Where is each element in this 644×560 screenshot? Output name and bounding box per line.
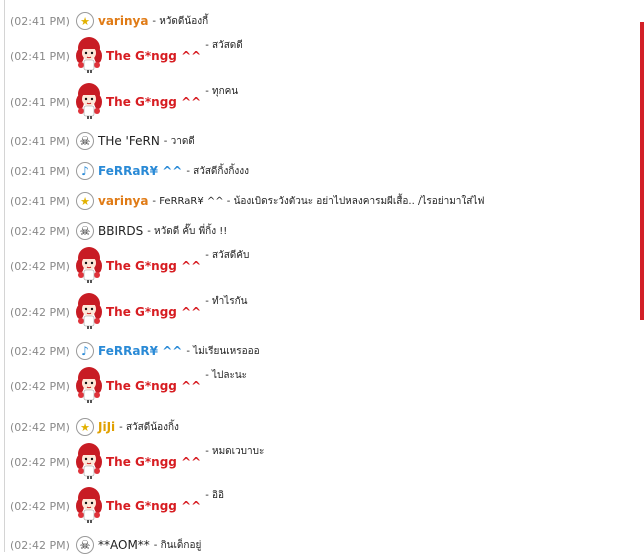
message-text: - ไม่เรียนเหรอออ bbox=[186, 345, 260, 357]
chat-message: (02:41 PM) ♪ FeRRaR¥ ^^ - สวัสดีกิ้งกิ้งงง bbox=[10, 156, 249, 186]
chat-message: (02:42 PM) The G*ngg ^^ - อิอิ bbox=[10, 486, 224, 526]
message-text: - วาดดี bbox=[163, 135, 195, 147]
message-timestamp: (02:41 PM) bbox=[10, 14, 70, 28]
username[interactable]: The G*ngg ^^ bbox=[106, 499, 201, 513]
user-avatar[interactable] bbox=[76, 82, 102, 120]
user-avatar[interactable] bbox=[76, 442, 102, 480]
message-timestamp: (02:42 PM) bbox=[10, 260, 70, 273]
scrollbar-thumb[interactable] bbox=[640, 22, 644, 320]
username[interactable]: The G*ngg ^^ bbox=[106, 95, 201, 109]
chat-message: (02:41 PM) The G*ngg ^^ - สวัสดดี bbox=[10, 36, 243, 76]
user-avatar[interactable] bbox=[76, 292, 102, 330]
message-text: - หวัดดีน้องกี้ bbox=[152, 15, 209, 27]
username[interactable]: The G*ngg ^^ bbox=[106, 49, 201, 63]
message-text: - กินเด็กอยู่ bbox=[153, 539, 202, 551]
star-icon: ★ bbox=[76, 192, 94, 210]
username[interactable]: **AOM** bbox=[98, 538, 150, 552]
chat-message: (02:42 PM) The G*ngg ^^ - สวัสดีคับ bbox=[10, 246, 249, 286]
message-text: - ทุกคน bbox=[205, 86, 239, 97]
chat-message: (02:41 PM) ★ varinya - หวัดดีน้องกี้ bbox=[10, 6, 208, 36]
message-text: - อิอิ bbox=[205, 490, 224, 501]
music-note-icon: ♪ bbox=[76, 162, 94, 180]
username[interactable]: varinya bbox=[98, 14, 148, 28]
message-text: - หวัดดี คั๊บ พี่กิ้ง !! bbox=[147, 225, 228, 237]
message-timestamp: (02:42 PM) bbox=[10, 538, 70, 552]
username[interactable]: The G*ngg ^^ bbox=[106, 259, 201, 273]
message-timestamp: (02:41 PM) bbox=[10, 96, 70, 109]
message-text: - สวัสดีน้องกิ้ง bbox=[119, 421, 179, 433]
message-text: - ทำไรกัน bbox=[205, 296, 248, 307]
star-icon: ★ bbox=[76, 418, 94, 436]
chat-message: (02:42 PM) The G*ngg ^^ - หมดเวบาบะ bbox=[10, 442, 264, 482]
username[interactable]: The G*ngg ^^ bbox=[106, 379, 201, 393]
chat-message: (02:41 PM) The G*ngg ^^ - ทุกคน bbox=[10, 82, 238, 122]
message-timestamp: (02:42 PM) bbox=[10, 420, 70, 434]
username[interactable]: varinya bbox=[98, 194, 148, 208]
skull-icon: ☠ bbox=[76, 222, 94, 240]
music-note-icon: ♪ bbox=[76, 342, 94, 360]
message-text: - หมดเวบาบะ bbox=[205, 446, 265, 457]
message-text: - FeRRaR¥ ^^ - น้องเบิดระวังตัวนะ อย่าไป… bbox=[152, 195, 485, 207]
message-text: - ไปละนะ bbox=[205, 370, 248, 381]
user-avatar[interactable] bbox=[76, 246, 102, 284]
message-timestamp: (02:41 PM) bbox=[10, 134, 70, 148]
username[interactable]: BBIRDS bbox=[98, 224, 143, 238]
user-avatar[interactable] bbox=[76, 486, 102, 524]
message-text: - สวัสดีกิ้งกิ้งงง bbox=[186, 165, 250, 177]
skull-icon: ☠ bbox=[76, 132, 94, 150]
chat-message: (02:41 PM) ★ varinya - FeRRaR¥ ^^ - น้องเบิ… bbox=[10, 186, 485, 216]
chat-message: (02:41 PM) ☠ THe 'FeRN - วาดดี bbox=[10, 126, 195, 156]
username[interactable]: THe 'FeRN bbox=[98, 134, 160, 148]
chat-message: (02:42 PM) ☠ **AOM** - กินเด็กอยู่ bbox=[10, 530, 201, 560]
username[interactable]: FeRRaR¥ ^^ bbox=[98, 164, 182, 178]
chat-message: (02:42 PM) ♪ FeRRaR¥ ^^ - ไม่เรียนเหรอออ bbox=[10, 336, 260, 366]
chat-message: (02:42 PM) ☠ BBIRDS - หวัดดี คั๊บ พี่กิ้ง !… bbox=[10, 216, 227, 246]
message-timestamp: (02:42 PM) bbox=[10, 380, 70, 393]
star-icon: ★ bbox=[76, 12, 94, 30]
chat-message: (02:42 PM) The G*ngg ^^ - ไปละนะ bbox=[10, 366, 247, 406]
message-timestamp: (02:42 PM) bbox=[10, 344, 70, 358]
message-timestamp: (02:41 PM) bbox=[10, 164, 70, 178]
message-timestamp: (02:42 PM) bbox=[10, 456, 70, 469]
chat-message: (02:42 PM) ★ JiJi - สวัสดีน้องกิ้ง bbox=[10, 412, 179, 442]
skull-icon: ☠ bbox=[76, 536, 94, 554]
chat-log: (02:41 PM) ★ varinya - หวัดดีน้องกี้ (02:41 … bbox=[10, 0, 630, 554]
message-timestamp: (02:41 PM) bbox=[10, 50, 70, 63]
username[interactable]: FeRRaR¥ ^^ bbox=[98, 344, 182, 358]
username[interactable]: JiJi bbox=[98, 420, 115, 434]
message-timestamp: (02:42 PM) bbox=[10, 500, 70, 513]
message-timestamp: (02:41 PM) bbox=[10, 194, 70, 208]
username[interactable]: The G*ngg ^^ bbox=[106, 305, 201, 319]
chat-message: (02:42 PM) The G*ngg ^^ - ทำไรกัน bbox=[10, 292, 247, 332]
user-avatar[interactable] bbox=[76, 366, 102, 404]
message-timestamp: (02:42 PM) bbox=[10, 224, 70, 238]
message-text: - สวัสดีคับ bbox=[205, 250, 250, 261]
message-timestamp: (02:42 PM) bbox=[10, 306, 70, 319]
user-avatar[interactable] bbox=[76, 36, 102, 74]
message-text: - สวัสดดี bbox=[205, 40, 243, 51]
username[interactable]: The G*ngg ^^ bbox=[106, 455, 201, 469]
